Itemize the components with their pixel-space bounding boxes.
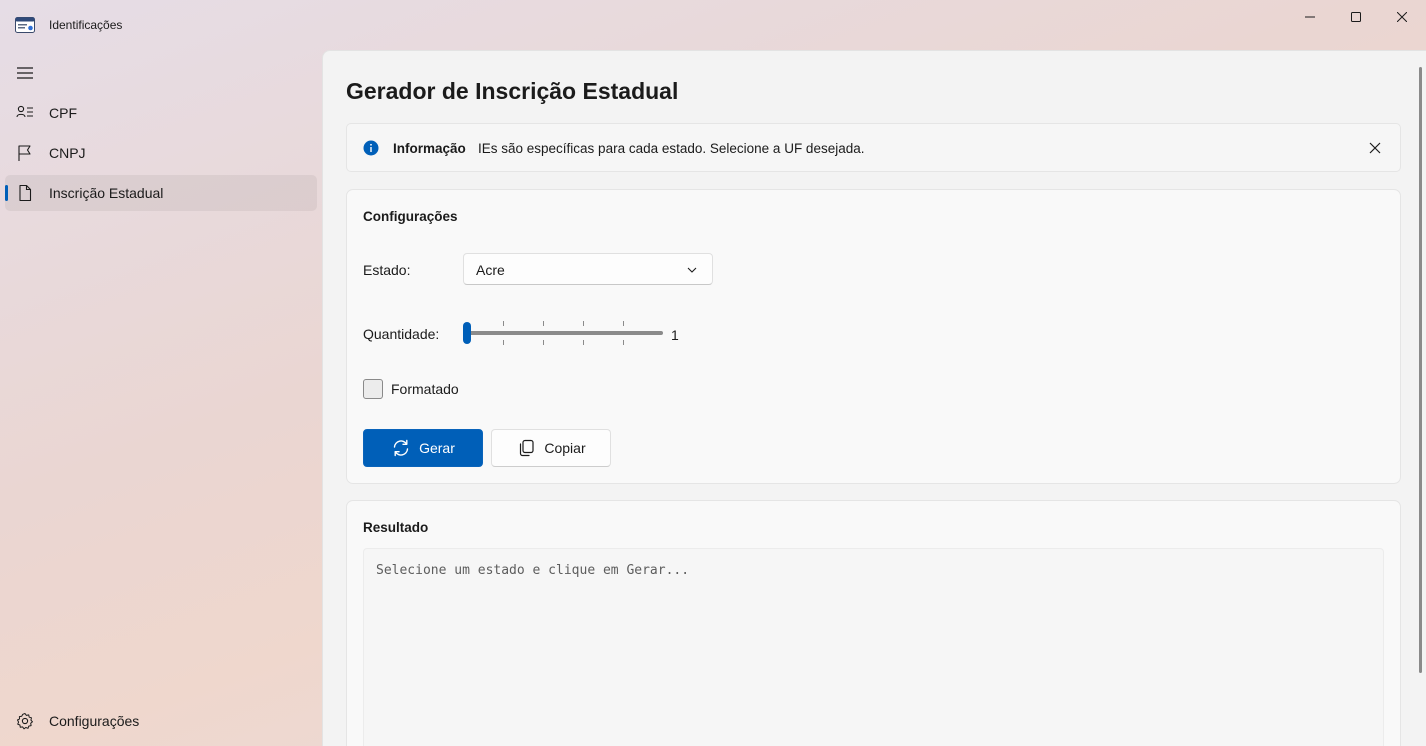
copy-icon	[520, 439, 534, 457]
slider-tick	[543, 340, 544, 345]
nav-item-label: Inscrição Estadual	[49, 185, 164, 201]
slider-tick	[623, 340, 624, 345]
document-icon	[19, 184, 32, 202]
info-bar: Informação IEs são específicas para cada…	[346, 123, 1401, 172]
slider-tick	[583, 340, 584, 345]
navigation-pane: CPF CNPJ Inscrição Estadual Configuraçõe…	[0, 50, 322, 746]
page-title: Gerador de Inscrição Estadual	[346, 78, 679, 104]
slider-thumb[interactable]	[463, 322, 471, 344]
nav-item-label: CPF	[49, 105, 77, 121]
estado-label: Estado:	[363, 262, 411, 278]
minimize-button[interactable]	[1287, 0, 1333, 34]
config-card: Configurações Estado: Acre Quantidade: 1…	[346, 189, 1401, 484]
app-window: Identificações CPF CNPJ Inscrição Estadu…	[0, 0, 1426, 746]
title-bar[interactable]: Identificações	[0, 0, 1426, 50]
slider-tick	[583, 321, 584, 326]
vertical-scrollbar[interactable]	[1419, 67, 1422, 673]
gear-icon	[17, 713, 33, 730]
info-close-button[interactable]	[1363, 136, 1387, 160]
nav-item-inscricao-estadual[interactable]: Inscrição Estadual	[5, 175, 317, 211]
person-list-icon	[16, 105, 33, 118]
slider-track	[463, 331, 663, 335]
result-card: Resultado Selecione um estado e clique e…	[346, 500, 1401, 746]
gerar-button-label: Gerar	[419, 440, 455, 456]
hamburger-icon	[17, 67, 33, 79]
result-textbox[interactable]: Selecione um estado e clique em Gerar...	[363, 548, 1384, 746]
content-area: Gerador de Inscrição Estadual Informação…	[322, 50, 1426, 746]
slider-tick	[503, 340, 504, 345]
estado-selected-value: Acre	[476, 262, 505, 278]
nav-item-label: CNPJ	[49, 145, 86, 161]
result-card-title: Resultado	[363, 520, 429, 535]
refresh-icon	[393, 439, 409, 457]
maximize-icon	[1351, 12, 1361, 22]
nav-item-label: Configurações	[49, 713, 140, 729]
gerar-button[interactable]: Gerar	[363, 429, 483, 467]
quantidade-value: 1	[671, 327, 679, 343]
estado-select[interactable]: Acre	[463, 253, 713, 285]
formatado-checkbox[interactable]	[363, 379, 383, 399]
selection-indicator	[5, 185, 8, 201]
copiar-button-label: Copiar	[544, 440, 586, 456]
info-message: IEs são específicas para cada estado. Se…	[478, 141, 865, 156]
quantidade-slider[interactable]	[463, 318, 663, 348]
result-placeholder: Selecione um estado e clique em Gerar...	[376, 563, 690, 578]
info-title: Informação	[393, 141, 466, 156]
flag-icon	[18, 145, 31, 161]
nav-item-cnpj[interactable]: CNPJ	[5, 135, 317, 171]
close-icon	[1369, 142, 1381, 154]
quantidade-label: Quantidade:	[363, 326, 440, 342]
slider-tick	[623, 321, 624, 326]
close-window-button[interactable]	[1379, 0, 1425, 34]
copiar-button[interactable]: Copiar	[491, 429, 611, 467]
nav-item-configuracoes[interactable]: Configurações	[5, 703, 317, 739]
nav-item-cpf[interactable]: CPF	[5, 95, 317, 131]
menu-toggle-button[interactable]	[5, 56, 45, 90]
slider-tick	[503, 321, 504, 326]
maximize-button[interactable]	[1333, 0, 1379, 34]
minimize-icon	[1305, 16, 1315, 18]
chevron-down-icon	[687, 267, 697, 273]
info-icon	[363, 140, 379, 156]
close-icon	[1397, 12, 1407, 22]
card-id-icon	[15, 17, 35, 33]
app-title: Identificações	[49, 18, 123, 32]
config-card-title: Configurações	[363, 209, 458, 224]
formatado-label[interactable]: Formatado	[391, 381, 459, 397]
slider-tick	[543, 321, 544, 326]
